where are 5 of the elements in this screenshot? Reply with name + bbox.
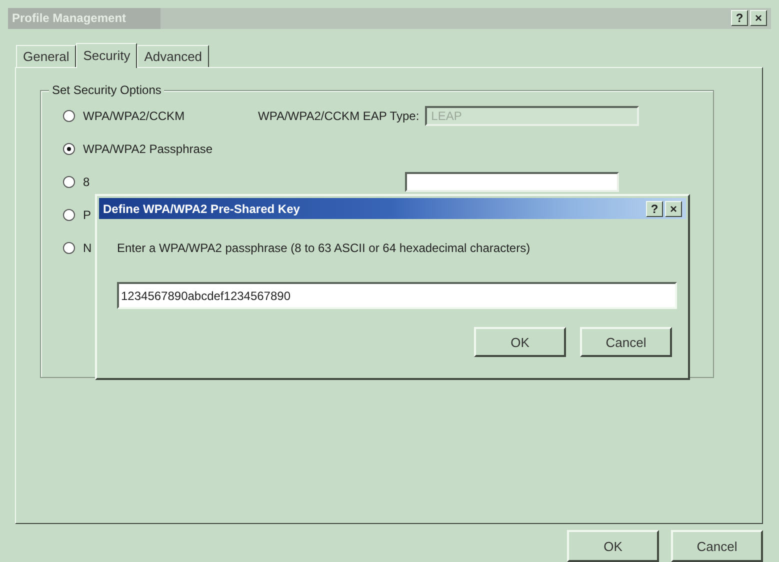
field-label: WPA/WPA2/CCKM EAP Type:: [258, 108, 420, 123]
dialog-title: Define WPA/WPA2 Pre-Shared Key: [103, 202, 300, 216]
window-title: Profile Management: [12, 11, 126, 26]
group-title: Set Security Options: [49, 82, 164, 97]
prompt-text: Enter a WPA/WPA2 passphrase (8 to 63 ASCII or 64 hexadecimal characters): [117, 241, 532, 255]
